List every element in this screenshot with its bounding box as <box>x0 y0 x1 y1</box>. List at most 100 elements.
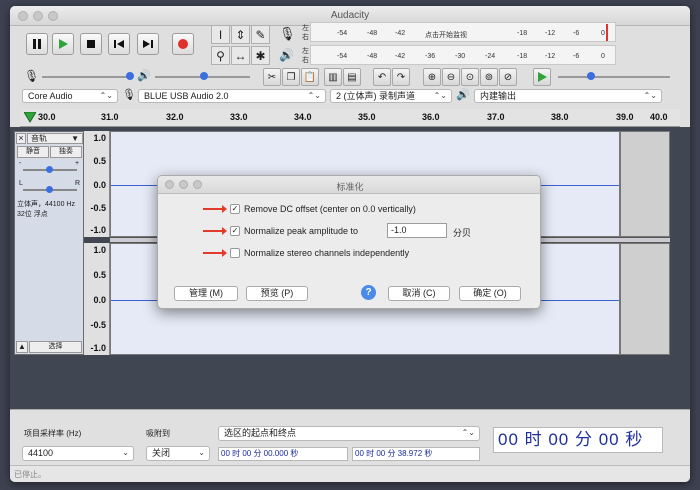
axis-label: 1.0 <box>93 245 106 255</box>
microphone-icon[interactable]: 🎙 <box>279 26 296 42</box>
selection-mode-select[interactable]: 选区的起点和终点 ⌃⌄ <box>218 426 480 441</box>
meter-tick: 0 <box>601 53 605 60</box>
zoom-fit-icon: ⊚ <box>484 71 494 83</box>
input-channels-select[interactable]: 2 (立体声) 录制声道 ⌃⌄ <box>330 89 452 103</box>
amplitude-axis-right[interactable]: 1.0 0.5 0.0 -0.5 -1.0 <box>84 243 110 355</box>
ruler-tick: 40.0 <box>650 112 668 122</box>
asterisk-icon: ✱ <box>255 48 266 63</box>
snap-to-select[interactable]: 关闭 ⌄ <box>146 446 210 461</box>
slider-thumb[interactable] <box>46 166 53 173</box>
undo-icon: ↶ <box>377 71 387 83</box>
project-rate-select[interactable]: 44100 ⌄ <box>22 446 134 461</box>
track-name-menu[interactable]: 音轨 ▼ <box>27 133 83 144</box>
slider-thumb[interactable] <box>200 72 208 80</box>
dropdown-arrow-icon: ⌃⌄ <box>461 428 475 437</box>
ruler-tick: 31.0 <box>101 112 119 122</box>
pause-icon <box>33 39 41 49</box>
meter-tick: -42 <box>395 30 406 37</box>
undo-button[interactable]: ↶ <box>373 68 391 86</box>
timeline-ruler[interactable]: 30.0 31.0 32.0 33.0 34.0 35.0 36.0 37.0 … <box>20 109 680 127</box>
zoom-tool[interactable]: ⚲ <box>211 46 230 65</box>
stop-icon <box>87 40 95 48</box>
fit-selection-button[interactable]: ⊙ <box>461 68 479 86</box>
draw-tool[interactable]: ✎ <box>251 25 270 44</box>
record-button[interactable] <box>172 33 194 55</box>
record-volume-slider[interactable] <box>42 76 130 78</box>
selection-end-time[interactable]: 00 时 00 分 38.972 秒 <box>352 447 480 461</box>
speaker-icon[interactable]: 🔊 <box>279 48 294 62</box>
project-rate-label: 项目采样率 (Hz) <box>24 429 82 438</box>
preview-button[interactable]: 预览 (P) <box>246 286 308 301</box>
zoom-out-icon: ⊖ <box>446 71 456 83</box>
audio-host-select[interactable]: Core Audio ⌃⌄ <box>22 89 118 103</box>
input-device-icon: 🎙 <box>122 89 136 101</box>
solo-button[interactable]: 独奏 <box>50 146 82 158</box>
stop-button[interactable] <box>80 33 102 55</box>
cancel-button[interactable]: 取消 (C) <box>388 286 450 301</box>
audio-position-time[interactable]: 00 时 00 分 00 秒 <box>493 427 663 453</box>
axis-label: 0.5 <box>93 156 106 166</box>
track-control-panel[interactable]: × 音轨 ▼ 静音 独奏 - + L R 立体声，44100 Hz 32位 浮点 … <box>14 131 84 355</box>
envelope-icon: ⇕ <box>235 27 246 42</box>
silence-icon: ▤ <box>347 71 357 83</box>
envelope-tool[interactable]: ⇕ <box>231 25 250 44</box>
record-icon <box>178 39 188 49</box>
meter-tick: -24 <box>485 53 496 60</box>
stereo-independent-checkbox[interactable] <box>230 248 240 258</box>
meter-tick: -54 <box>337 53 348 60</box>
play-button[interactable] <box>52 33 74 55</box>
redo-icon: ↷ <box>396 71 406 83</box>
copy-button[interactable]: ❐ <box>282 68 300 86</box>
peak-amplitude-input[interactable]: -1.0 <box>387 223 447 238</box>
paste-button[interactable]: 📋 <box>301 68 319 86</box>
play-icon <box>59 39 68 49</box>
meter-right-label: 右 <box>302 34 309 41</box>
multi-tool[interactable]: ✱ <box>251 46 270 65</box>
output-device-select[interactable]: 内建输出 ⌃⌄ <box>474 89 662 103</box>
slider-thumb[interactable] <box>46 186 53 193</box>
mute-button[interactable]: 静音 <box>17 146 49 158</box>
select-track-button[interactable]: 选择 <box>29 341 82 353</box>
redo-button[interactable]: ↷ <box>392 68 410 86</box>
magnifier-icon: ⚲ <box>216 48 225 63</box>
slider-thumb[interactable] <box>126 72 134 80</box>
normalize-peak-checkbox[interactable]: ✓ <box>230 226 240 236</box>
slider-thumb[interactable] <box>587 72 595 80</box>
meter-tick: -36 <box>425 53 436 60</box>
timeshift-tool[interactable]: ↔ <box>231 46 250 65</box>
pan-left-label: L <box>19 180 23 187</box>
click-to-monitor-text[interactable]: 点击开始监视 <box>425 30 467 40</box>
meter-tick: -54 <box>337 30 348 37</box>
remove-dc-checkbox[interactable]: ✓ <box>230 204 240 214</box>
input-device-select[interactable]: BLUE USB Audio 2.0 ⌃⌄ <box>138 89 326 103</box>
zoom-toggle-icon: ⊘ <box>503 71 513 83</box>
selection-tool[interactable]: I <box>211 25 230 44</box>
ok-button[interactable]: 确定 (O) <box>459 286 521 301</box>
skip-end-button[interactable] <box>137 33 159 55</box>
help-icon[interactable]: ? <box>361 285 376 300</box>
ruler-tick: 30.0 <box>38 112 56 122</box>
skip-end-icon <box>143 40 153 48</box>
fit-project-button[interactable]: ⊚ <box>480 68 498 86</box>
zoom-toggle-button[interactable]: ⊘ <box>499 68 517 86</box>
play-speed-slider[interactable] <box>558 76 670 78</box>
collapse-track-icon[interactable]: ▲ <box>16 341 28 353</box>
trim-button[interactable]: ▥ <box>324 68 342 86</box>
zoom-out-button[interactable]: ⊖ <box>442 68 460 86</box>
amplitude-axis-left[interactable]: 1.0 0.5 0.0 -0.5 -1.0 <box>84 131 110 237</box>
close-track-icon[interactable]: × <box>16 133 26 144</box>
cut-button[interactable]: ✂ <box>263 68 281 86</box>
zoom-in-button[interactable]: ⊕ <box>423 68 441 86</box>
manage-button[interactable]: 管理 (M) <box>174 286 238 301</box>
track-format-info: 立体声，44100 Hz <box>17 201 75 208</box>
mic-volume-icon: 🎙 <box>24 69 40 83</box>
play-at-speed-button[interactable] <box>533 68 551 86</box>
pause-button[interactable] <box>26 33 48 55</box>
silence-button[interactable]: ▤ <box>343 68 361 86</box>
meter-tick: -12 <box>545 53 556 60</box>
double-arrow-icon: ↔ <box>234 48 247 63</box>
skip-start-button[interactable] <box>108 33 130 55</box>
selection-start-time[interactable]: 00 时 00 分 00.000 秒 <box>218 447 348 461</box>
axis-label: 1.0 <box>93 133 106 143</box>
copy-icon: ❐ <box>286 71 296 83</box>
